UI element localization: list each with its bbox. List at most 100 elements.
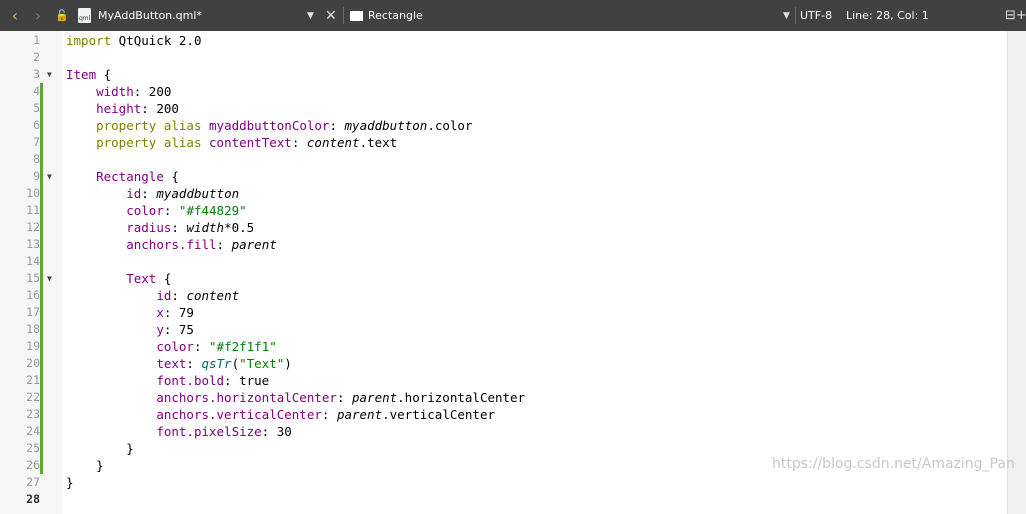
- code-text[interactable]: Text {: [66, 270, 171, 287]
- code-text[interactable]: import QtQuick 2.0: [66, 32, 201, 49]
- code-text[interactable]: }: [66, 474, 74, 491]
- code-line[interactable]: 8: [0, 151, 1005, 168]
- change-marker: [40, 423, 43, 440]
- back-arrow-icon[interactable]: ‹: [6, 0, 24, 31]
- line-number: 8: [33, 152, 40, 166]
- code-line[interactable]: 11 color: "#f44829": [0, 202, 1005, 219]
- code-line[interactable]: 24 font.pixelSize: 30: [0, 423, 1005, 440]
- line-number: 2: [33, 50, 40, 64]
- code-text[interactable]: property alias contentText: content.text: [66, 134, 397, 151]
- code-line[interactable]: 16 id: content: [0, 287, 1005, 304]
- code-text[interactable]: color: "#f2f1f1": [66, 338, 276, 355]
- fold-toggle-icon[interactable]: ▼: [47, 66, 52, 83]
- code-text[interactable]: anchors.horizontalCenter: parent.horizon…: [66, 389, 525, 406]
- code-line[interactable]: 23 anchors.verticalCenter: parent.vertic…: [0, 406, 1005, 423]
- change-marker: [40, 151, 43, 168]
- toolbar-divider: [343, 7, 344, 24]
- code-text[interactable]: width: 200: [66, 83, 171, 100]
- code-text[interactable]: anchors.fill: parent: [66, 236, 277, 253]
- code-line[interactable]: 7 property alias contentText: content.te…: [0, 134, 1005, 151]
- line-number: 19: [26, 339, 40, 353]
- change-marker: [40, 185, 43, 202]
- change-marker: [40, 440, 43, 457]
- code-line[interactable]: 18 y: 75: [0, 321, 1005, 338]
- code-text[interactable]: y: 75: [66, 321, 194, 338]
- change-marker: [40, 168, 43, 185]
- code-line[interactable]: 10 id: myaddbutton: [0, 185, 1005, 202]
- symbols-chevron-down-icon[interactable]: ▼: [783, 0, 790, 31]
- code-text[interactable]: }: [66, 457, 104, 474]
- code-line[interactable]: 2: [0, 49, 1005, 66]
- code-text[interactable]: anchors.verticalCenter: parent.verticalC…: [66, 406, 495, 423]
- change-marker: [40, 270, 43, 287]
- change-marker: [40, 321, 43, 338]
- code-line[interactable]: 13 anchors.fill: parent: [0, 236, 1005, 253]
- file-name: MyAddButton.qml*: [98, 9, 202, 22]
- code-text[interactable]: }: [66, 440, 134, 457]
- change-marker: [40, 202, 43, 219]
- code-line[interactable]: 21 font.bold: true: [0, 372, 1005, 389]
- code-line[interactable]: 27}: [0, 474, 1005, 491]
- split-editor-icon[interactable]: ⊟+: [1005, 0, 1026, 31]
- change-marker: [40, 134, 43, 151]
- code-text[interactable]: color: "#f44829": [66, 202, 246, 219]
- line-number: 20: [26, 356, 40, 370]
- code-text[interactable]: Item {: [66, 66, 111, 83]
- open-documents-combo[interactable]: MyAddButton.qml*: [98, 0, 202, 31]
- line-number: 26: [26, 458, 40, 472]
- code-text[interactable]: font.pixelSize: 30: [66, 423, 291, 440]
- code-line[interactable]: 12 radius: width*0.5: [0, 219, 1005, 236]
- code-line[interactable]: 1 import QtQuick 2.0: [0, 32, 1005, 49]
- code-line[interactable]: 15 ▼ Text {: [0, 270, 1005, 287]
- code-line[interactable]: 28: [0, 491, 1005, 508]
- code-line[interactable]: 14: [0, 253, 1005, 270]
- code-line[interactable]: 4 width: 200: [0, 83, 1005, 100]
- line-number: 12: [26, 220, 40, 234]
- line-number: 14: [26, 254, 40, 268]
- line-number: 3: [33, 67, 40, 81]
- code-line[interactable]: 9 ▼ Rectangle {: [0, 168, 1005, 185]
- change-marker: [40, 100, 43, 117]
- change-marker: [40, 355, 43, 372]
- encoding-label[interactable]: UTF-8: [800, 0, 832, 31]
- close-document-icon[interactable]: ✕: [325, 0, 337, 31]
- code-line[interactable]: 3 ▼ Item {: [0, 66, 1005, 83]
- code-line[interactable]: 17 x: 79: [0, 304, 1005, 321]
- line-number: 7: [33, 135, 40, 149]
- forward-arrow-icon[interactable]: ›: [29, 0, 47, 31]
- code-line[interactable]: 19 color: "#f2f1f1": [0, 338, 1005, 355]
- code-line[interactable]: 22 anchors.horizontalCenter: parent.hori…: [0, 389, 1005, 406]
- change-marker: [40, 117, 43, 134]
- vertical-scrollbar[interactable]: [1007, 31, 1026, 514]
- code-text[interactable]: text: qsTr("Text"): [66, 355, 292, 372]
- cursor-position-label[interactable]: Line: 28, Col: 1: [846, 0, 929, 31]
- code-line[interactable]: 5 height: 200: [0, 100, 1005, 117]
- symbol-name: Rectangle: [368, 9, 423, 22]
- code-line[interactable]: 6 property alias myaddbuttonColor: myadd…: [0, 117, 1005, 134]
- code-line[interactable]: 20 text: qsTr("Text"): [0, 355, 1005, 372]
- line-number: 17: [26, 305, 40, 319]
- line-number: 6: [33, 118, 40, 132]
- line-number: 24: [26, 424, 40, 438]
- code-text[interactable]: Rectangle {: [66, 168, 179, 185]
- code-text[interactable]: x: 79: [66, 304, 194, 321]
- line-number: 21: [26, 373, 40, 387]
- code-text[interactable]: font.bold: true: [66, 372, 269, 389]
- code-text[interactable]: id: myaddbutton: [66, 185, 239, 202]
- code-text[interactable]: id: content: [66, 287, 239, 304]
- code-text[interactable]: property alias myaddbuttonColor: myaddbu…: [66, 117, 472, 134]
- code-text[interactable]: height: 200: [66, 100, 179, 117]
- fold-toggle-icon[interactable]: ▼: [47, 168, 52, 185]
- change-marker: [40, 236, 43, 253]
- code-line[interactable]: 25 }: [0, 440, 1005, 457]
- symbols-combo[interactable]: Rectangle: [350, 0, 423, 31]
- line-number: 9: [33, 169, 40, 183]
- change-marker: [40, 304, 43, 321]
- line-number: 27: [26, 475, 40, 489]
- qml-file-icon: qml: [78, 0, 91, 31]
- code-text[interactable]: radius: width*0.5: [66, 219, 254, 236]
- lock-icon[interactable]: 🔓: [55, 0, 69, 31]
- code-editor[interactable]: 1 import QtQuick 2.0 2 3 ▼ Item {4 width: 200…: [0, 31, 1026, 514]
- fold-toggle-icon[interactable]: ▼: [47, 270, 52, 287]
- chevron-down-icon[interactable]: ▼: [307, 0, 314, 31]
